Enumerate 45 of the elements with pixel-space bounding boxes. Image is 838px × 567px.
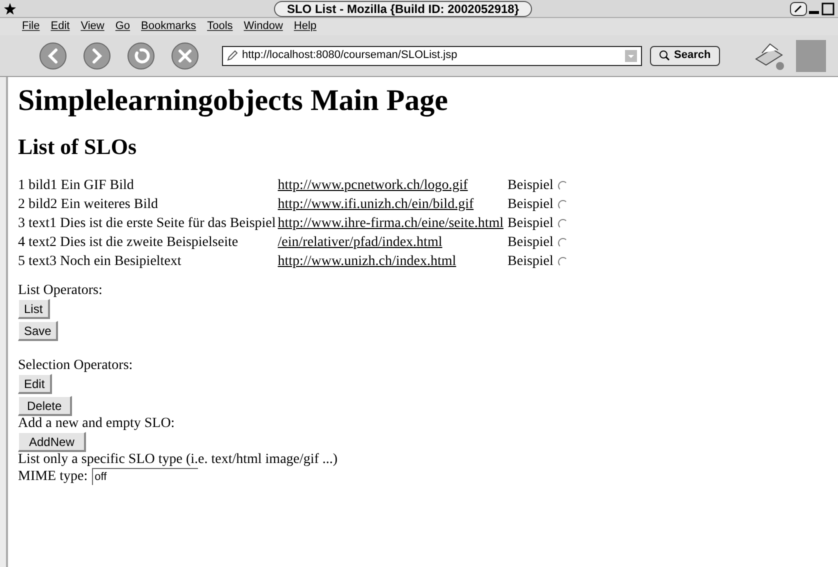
page-heading: Simplelearningobjects Main Page — [18, 83, 449, 119]
form-button[interactable]: Delete — [18, 396, 72, 416]
reload-icon[interactable] — [126, 40, 156, 70]
table-cell-text: 1 bild1 Ein GIF Bild — [18, 177, 135, 194]
table-cell-text: Beispiel — [506, 177, 554, 194]
menu-item[interactable]: Bookmarks — [141, 21, 196, 32]
label-text: Add a new and empty SLO: — [18, 416, 176, 432]
menu-item[interactable]: Edit — [50, 21, 70, 32]
table-cell-text: Beispiel — [506, 196, 554, 213]
table-cell-text: 4 text2 Dies ist die zweite Beispielseite — [18, 234, 240, 251]
search-icon — [659, 50, 670, 61]
section-heading: List of SLOs — [18, 133, 138, 161]
url-link[interactable]: http://www.pcnetwork.ch/logo.gif — [278, 177, 504, 194]
label-text: MIME type: — [18, 468, 88, 484]
form-button[interactable]: Save — [18, 321, 58, 341]
url-link[interactable]: /ein/relativer/pfad/index.html — [278, 234, 504, 251]
table-cell: 3 text1 Dies ist die erste Seite für das Beispiel — [18, 215, 276, 232]
star-icon — [4, 2, 16, 14]
table-cell-text: Beispiel — [506, 215, 554, 232]
stop-icon[interactable] — [170, 40, 200, 70]
address-field[interactable]: http://localhost:8080/courseman/SLOList.jsp — [222, 46, 642, 66]
form-button[interactable]: Edit — [18, 374, 52, 394]
menu-item[interactable]: Help — [294, 21, 317, 32]
table-cell-text: Beispiel — [506, 253, 554, 270]
pencil-icon — [227, 50, 238, 61]
mime-type-field[interactable]: off — [92, 468, 198, 485]
search-button[interactable]: Search — [650, 46, 720, 66]
url-link[interactable]: http://www.ifi.unizh.ch/ein/bild.gif — [278, 196, 504, 213]
menu-item[interactable]: File — [22, 21, 40, 32]
url-text: http://localhost:8080/courseman/SLOList.jsp — [242, 48, 458, 64]
menu-item[interactable]: Window — [244, 21, 283, 32]
window-title: SLO List - Mozilla {Build ID: 2002052918} — [274, 0, 532, 16]
form-button[interactable]: List — [18, 299, 50, 319]
description-text: List only a specific SLO type (i.e. text/html image/gif ...) — [18, 452, 339, 468]
label-text: List Operators: — [18, 282, 104, 299]
table-cell-text: Beispiel — [506, 234, 554, 251]
menu-item[interactable]: View — [80, 21, 104, 32]
url-link[interactable]: http://www.unizh.ch/index.html — [278, 253, 504, 270]
form-button[interactable]: AddNew — [18, 432, 86, 452]
label-text: Selection Operators: — [18, 357, 134, 374]
table-cell-text: 2 bild2 Ein weiteres Bild — [18, 196, 159, 213]
table-cell-text: 5 text3 Noch ein Besipieltext — [18, 253, 182, 270]
menu-item[interactable]: Go — [115, 21, 130, 32]
menu-item[interactable]: Tools — [207, 21, 233, 32]
url-link[interactable]: http://www.ihre-firma.ch/eine/seite.html — [278, 215, 504, 232]
